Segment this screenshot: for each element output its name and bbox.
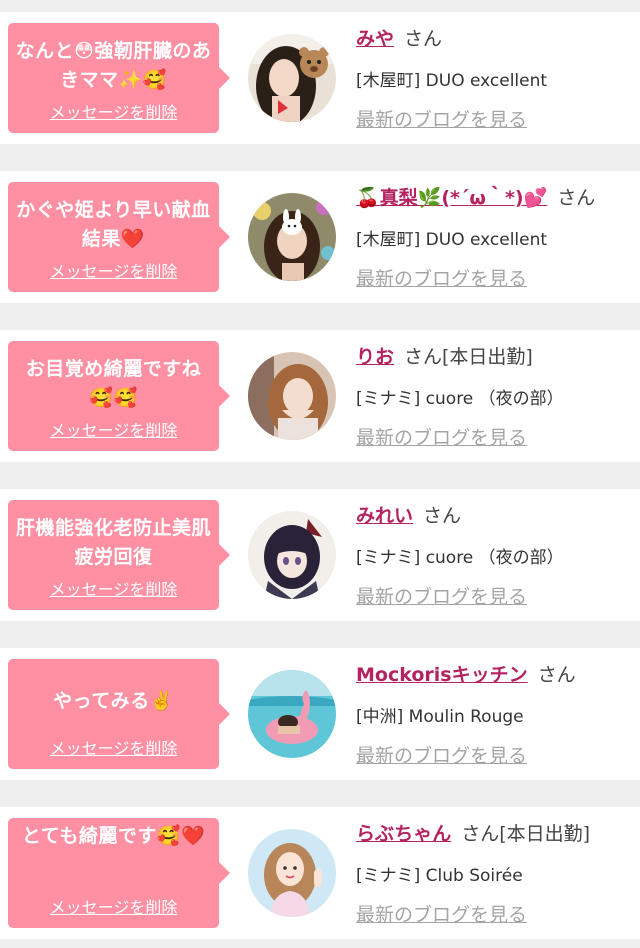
message-text: とても綺麗です🥰❤️ <box>21 825 206 847</box>
shop-name: [ミナミ] Club Soirée <box>356 866 523 886</box>
avatar[interactable] <box>248 193 336 281</box>
message-card: なんと😳強靭肝臓のあきママ✨🥰 メッセージを削除 みや さん [木屋町] DUO … <box>0 12 640 144</box>
honorific: さん <box>537 664 576 686</box>
message-bubble: なんと😳強靭肝臓のあきママ✨🥰 メッセージを削除 <box>8 23 230 133</box>
name-line: みれい さん <box>356 503 461 529</box>
latest-blog-link[interactable]: 最新のブログを見る <box>356 741 527 768</box>
delete-message-link[interactable]: メッセージを削除 <box>8 417 219 441</box>
delete-message-link[interactable]: メッセージを削除 <box>8 894 219 918</box>
delete-message-link[interactable]: メッセージを削除 <box>8 99 219 123</box>
sender-name-link[interactable]: らぶちゃん <box>356 823 451 845</box>
sender-name-link[interactable]: りお <box>356 346 394 368</box>
message-card: お目覚め綺麗ですね🥰🥰 メッセージを削除 りお さん[本日出勤] [ミナミ] cu… <box>0 330 640 462</box>
message-card: 肝機能強化老防止美肌疲労回復 メッセージを削除 みれい さん [ミナミ] cuor… <box>0 489 640 621</box>
delete-message-link[interactable]: メッセージを削除 <box>8 735 219 759</box>
name-line: 🍒真梨🌿(*´ω｀*)💕 さん <box>356 185 595 211</box>
sender-name-link[interactable]: みや <box>356 28 394 50</box>
latest-blog-link[interactable]: 最新のブログを見る <box>356 264 527 291</box>
woman-with-bear-sticker-avatar-icon <box>248 34 336 122</box>
message-text: お目覚め綺麗ですね🥰🥰 <box>25 358 202 409</box>
honorific: さん[本日出勤] <box>404 346 533 368</box>
delete-message-link[interactable]: メッセージを削除 <box>8 258 219 282</box>
message-bubble: とても綺麗です🥰❤️ メッセージを削除 <box>8 818 230 928</box>
avatar[interactable] <box>248 34 336 122</box>
shop-name: [木屋町] DUO excellent <box>356 71 548 91</box>
shop-name: [中洲] Moulin Rouge <box>356 707 524 727</box>
woman-with-bunny-sticker-avatar-icon <box>248 193 336 281</box>
latest-blog-link[interactable]: 最新のブログを見る <box>356 900 527 927</box>
message-bubble: かぐや姫より早い献血結果❤️ メッセージを削除 <box>8 182 230 292</box>
shop-name: [ミナミ] cuore （夜の部） <box>356 548 564 568</box>
sender-name-link[interactable]: 🍒真梨🌿(*´ω｀*)💕 <box>356 187 547 209</box>
message-text: やってみる✌️ <box>53 690 174 712</box>
shop-name: [ミナミ] cuore （夜の部） <box>356 389 564 409</box>
avatar[interactable] <box>248 670 336 758</box>
message-text: かぐや姫より早い献血結果❤️ <box>16 199 211 250</box>
message-card: かぐや姫より早い献血結果❤️ メッセージを削除 🍒真梨🌿(*´ω｀*)💕 さん [… <box>0 171 640 303</box>
message-text: なんと😳強靭肝臓のあきママ✨🥰 <box>15 40 212 91</box>
honorific: さん <box>423 505 462 527</box>
message-bubble: お目覚め綺麗ですね🥰🥰 メッセージを削除 <box>8 341 230 451</box>
latest-blog-link[interactable]: 最新のブログを見る <box>356 582 527 609</box>
shop-name: [木屋町] DUO excellent <box>356 230 548 250</box>
pool-flamingo-float-avatar-icon <box>248 670 336 758</box>
honorific: さん <box>557 187 596 209</box>
latest-blog-link[interactable]: 最新のブログを見る <box>356 105 527 132</box>
avatar[interactable] <box>248 352 336 440</box>
anime-character-avatar-icon <box>248 511 336 599</box>
latest-blog-link[interactable]: 最新のブログを見る <box>356 423 527 450</box>
avatar[interactable] <box>248 829 336 917</box>
message-bubble: やってみる✌️ メッセージを削除 <box>8 659 230 769</box>
woman-portrait-avatar-icon <box>248 352 336 440</box>
sender-name-link[interactable]: Mockorisキッチン <box>356 664 528 686</box>
name-line: Mockorisキッチン さん <box>356 662 576 688</box>
honorific: さん[本日出勤] <box>461 823 591 845</box>
message-card: やってみる✌️ メッセージを削除 Mockorisキッチン さん [中洲] Mou… <box>0 648 640 780</box>
honorific: さん <box>404 28 443 50</box>
name-line: りお さん[本日出勤] <box>356 344 533 370</box>
message-card: とても綺麗です🥰❤️ メッセージを削除 らぶちゃん さん[本日出勤] [ミナミ] … <box>0 807 640 939</box>
message-bubble: 肝機能強化老防止美肌疲労回復 メッセージを削除 <box>8 500 230 610</box>
avatar[interactable] <box>248 511 336 599</box>
sender-name-link[interactable]: みれい <box>356 505 413 527</box>
message-text: 肝機能強化老防止美肌疲労回復 <box>15 517 211 568</box>
name-line: らぶちゃん さん[本日出勤] <box>356 821 590 847</box>
cartoon-woman-avatar-icon <box>248 829 336 917</box>
name-line: みや さん <box>356 26 442 52</box>
delete-message-link[interactable]: メッセージを削除 <box>8 576 219 600</box>
